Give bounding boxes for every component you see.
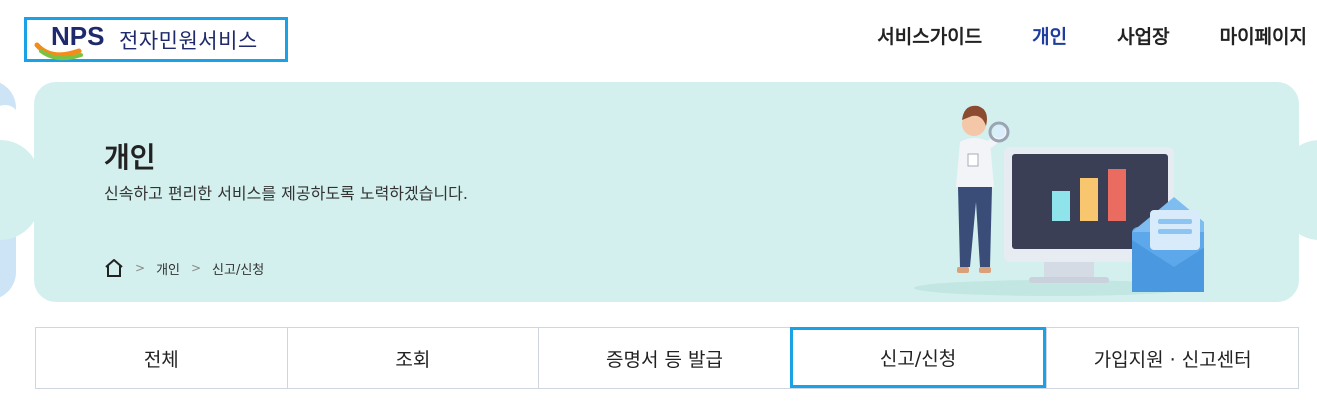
nav-workplace[interactable]: 사업장: [1117, 22, 1169, 49]
nav-service-guide[interactable]: 서비스가이드: [877, 22, 982, 49]
nav-personal[interactable]: 개인: [1032, 22, 1067, 49]
tab-all-label: 전체: [143, 348, 179, 371]
tab-report-apply-label: 신고/신청: [879, 348, 957, 370]
tab-certificate-label: 증명서 등 발급: [606, 348, 723, 371]
category-tabs: 전체 조회 증명서 등 발급 신고/신청 가입지원 · 신고센터: [35, 327, 1299, 389]
tab-report-apply[interactable]: 신고/신청: [789, 327, 1047, 388]
page-banner: 개인 신속하고 편리한 서비스를 제공하도록 노력하겠습니다. > 개인 > 신…: [34, 82, 1299, 302]
logo-wordmark: NPS: [51, 21, 104, 51]
tab-inquiry-label: 조회: [395, 348, 431, 371]
chevron-right-icon: >: [135, 261, 146, 275]
page-subtitle: 신속하고 편리한 서비스를 제공하도록 노력하겠습니다.: [104, 184, 468, 203]
nav-mypage[interactable]: 마이페이지: [1220, 22, 1307, 49]
tab-inquiry[interactable]: 조회: [286, 328, 539, 388]
breadcrumb: > 개인 > 신고/신청: [104, 258, 264, 278]
chevron-right-icon: >: [190, 261, 202, 275]
site-logo[interactable]: NPS 전자민원서비스: [24, 17, 288, 62]
tab-all[interactable]: 전체: [35, 328, 287, 388]
breadcrumb-personal[interactable]: 개인: [156, 259, 180, 278]
tab-support-center-label: 가입지원 · 신고센터: [1093, 348, 1252, 371]
home-icon[interactable]: [104, 258, 124, 278]
tab-support-center[interactable]: 가입지원 · 신고센터: [1046, 328, 1299, 388]
main-navigation: 서비스가이드 개인 사업장 마이페이지: [827, 22, 1307, 49]
breadcrumb-current: 신고/신청: [212, 262, 265, 278]
page-title: 개인: [104, 141, 156, 174]
logo-service-name: 전자민원서비스: [119, 29, 258, 53]
nps-logo-icon: NPS: [34, 21, 104, 61]
banner-illustration: [914, 105, 1204, 296]
tab-certificate[interactable]: 증명서 등 발급: [538, 328, 790, 388]
